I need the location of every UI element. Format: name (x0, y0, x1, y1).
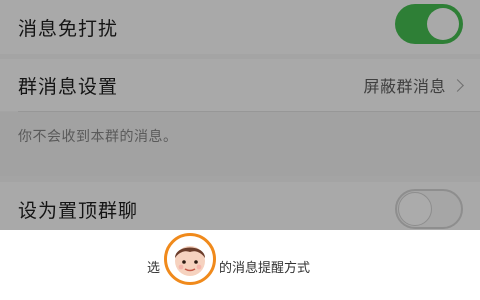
group-message-settings-row[interactable]: 群消息设置 屏蔽群消息 (0, 59, 480, 111)
sheet-title-suffix: 的消息提醒方式 (219, 261, 311, 276)
toggle-knob (398, 192, 432, 226)
group-message-settings-value: 屏蔽群消息 (363, 77, 446, 96)
pin-chat-row[interactable]: 设为置顶群聊 (0, 182, 480, 236)
notification-mode-sheet: 选 的消息提醒方式 (0, 230, 480, 300)
group-settings-panel: 消息免打扰 群消息设置 屏蔽群消息 你不会收到本群的消息。 设为置顶群聊 (0, 0, 480, 236)
toggle-knob (427, 8, 459, 40)
cartoon-face-avatar-icon (164, 233, 216, 285)
group-message-settings-label: 群消息设置 (18, 75, 119, 98)
mute-notifications-label: 消息免打扰 (18, 17, 119, 40)
mute-notifications-toggle[interactable] (395, 4, 463, 44)
blocked-hint-text: 你不会收到本群的消息。 (18, 129, 178, 145)
hint-area: 你不会收到本群的消息。 (0, 112, 480, 176)
sheet-title-prefix: 选 (147, 261, 161, 276)
mute-notifications-row[interactable]: 消息免打扰 (0, 0, 480, 54)
pin-chat-label: 设为置顶群聊 (18, 199, 139, 222)
chevron-right-icon (451, 78, 464, 92)
pin-chat-toggle[interactable] (395, 189, 463, 229)
